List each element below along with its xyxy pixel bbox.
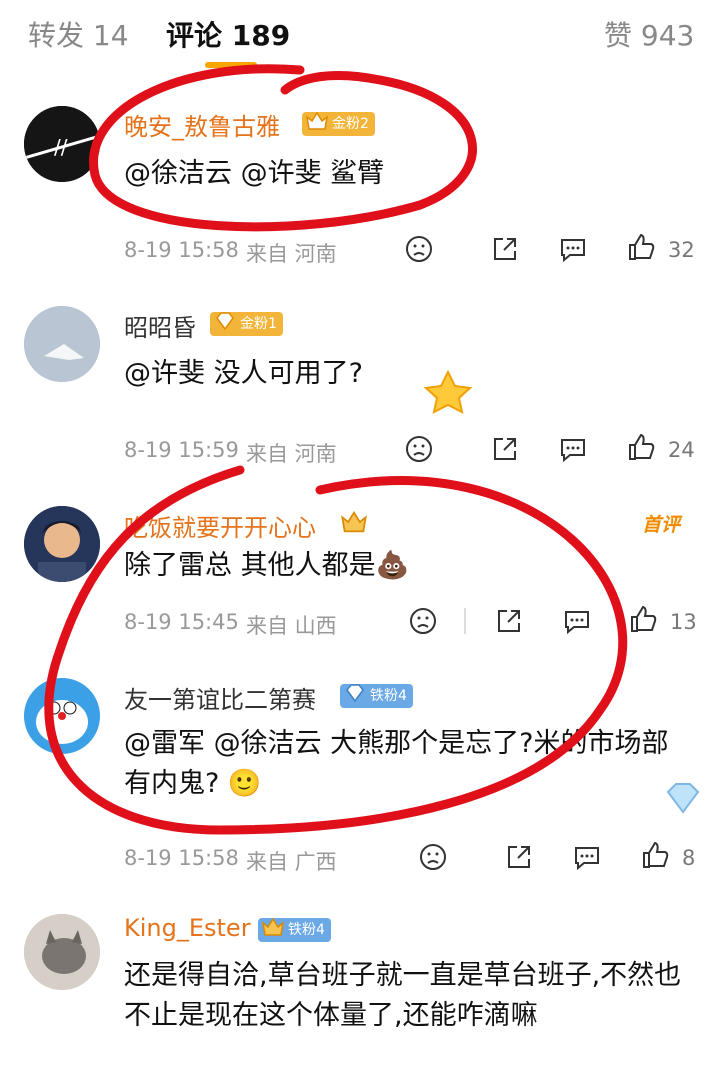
like-thumb-icon[interactable] — [640, 840, 670, 870]
avatar[interactable] — [24, 914, 100, 990]
comment-item: 昭昭昏 金粉1 @许斐 没人可用了? 8-19 15:59 来自 河南 24 — [0, 290, 720, 480]
badge-label: 铁粉4 — [288, 922, 325, 938]
comment-item: 友一第谊比二第赛 铁粉4 @雷军 @徐洁云 大熊那个是忘了?米的市场部有内鬼? … — [0, 660, 720, 890]
comment-location: 来自 河南 — [246, 442, 337, 466]
comment-text: @许斐 没人可用了? — [124, 358, 363, 389]
fan-badge: 金粉1 — [210, 312, 283, 336]
username[interactable]: 友一第谊比二第赛 — [124, 680, 316, 715]
username[interactable]: King_Ester — [124, 914, 251, 942]
reply-icon[interactable] — [562, 606, 592, 636]
dislike-face-icon[interactable] — [404, 234, 434, 264]
comment-time: 8-19 15:58 — [124, 846, 239, 870]
badge-label: 金粉2 — [332, 116, 369, 132]
like-count: 8 — [682, 846, 696, 870]
avatar-image — [24, 306, 100, 382]
comment-text: @雷军 @徐洁云 大熊那个是忘了?米的市场部有内鬼? 🙂 — [124, 728, 669, 799]
active-tab-indicator — [205, 62, 257, 68]
dislike-face-icon[interactable] — [418, 842, 448, 872]
like-count: 24 — [668, 438, 695, 462]
comment-item: King_Ester 铁粉4 还是得自洽,草台班子就一直是草台班子,不然也不止是… — [0, 900, 720, 1082]
tab-reposts[interactable]: 转发 14 — [28, 14, 129, 54]
star-sticker-icon — [423, 370, 473, 414]
comment-time: 8-19 15:59 — [124, 438, 239, 462]
fan-badge: 铁粉4 — [258, 917, 331, 942]
crown-icon — [261, 917, 285, 936]
avatar-image: // — [24, 106, 100, 182]
tab-comments[interactable]: 评论 189 — [166, 14, 290, 54]
like-thumb-icon[interactable] — [628, 604, 658, 634]
avatar[interactable] — [24, 506, 100, 582]
share-icon[interactable] — [490, 434, 520, 464]
like-count: 32 — [668, 238, 695, 262]
comment-location: 来自 广西 — [246, 850, 337, 874]
username[interactable]: 吃饭就要开开心心 — [124, 508, 316, 543]
share-icon[interactable] — [494, 606, 524, 636]
crown-icon — [341, 511, 367, 533]
comment-text: @徐洁云 @许斐 鲨臂 — [124, 158, 385, 189]
share-icon[interactable] — [504, 842, 534, 872]
comment-time: 8-19 15:58 — [124, 238, 239, 262]
badge-label: 铁粉4 — [370, 688, 407, 704]
comment-time: 8-19 15:45 — [124, 610, 239, 634]
crown-icon — [305, 111, 329, 130]
share-icon[interactable] — [490, 234, 520, 264]
avatar-image — [24, 678, 100, 754]
avatar[interactable] — [24, 306, 100, 382]
svg-text://: // — [54, 135, 68, 159]
comment-location: 来自 河南 — [246, 242, 337, 266]
comment-item: // 晚安_敖鲁古雅 金粉2 @徐洁云 @许斐 鲨臂 8-19 15:58 来自… — [0, 90, 720, 280]
fan-badge: 铁粉4 — [340, 684, 413, 708]
like-thumb-icon[interactable] — [626, 432, 656, 462]
avatar[interactable]: // — [24, 106, 100, 182]
diamond-icon — [346, 684, 364, 703]
comment-tabs: 转发 14 评论 189 赞 943 — [0, 0, 720, 68]
username[interactable]: 昭昭昏 — [124, 308, 196, 343]
avatar-image — [24, 506, 100, 582]
diamond-icon — [216, 312, 234, 331]
fan-badge: 金粉2 — [302, 111, 375, 136]
avatar[interactable] — [24, 678, 100, 754]
comment-item: 吃饭就要开开心心 首评 除了雷总 其他人都是💩 8-19 15:45 来自 山西… — [0, 490, 720, 660]
dislike-face-icon[interactable] — [408, 606, 438, 636]
reply-icon[interactable] — [558, 434, 588, 464]
like-count: 13 — [670, 610, 697, 634]
avatar-image — [24, 914, 100, 990]
first-comment-label: 首评 — [642, 514, 681, 536]
diamond-sticker-icon — [666, 783, 700, 814]
reply-icon[interactable] — [558, 234, 588, 264]
like-thumb-icon[interactable] — [626, 232, 656, 262]
tab-likes[interactable]: 赞 943 — [604, 14, 694, 54]
username[interactable]: 晚安_敖鲁古雅 — [124, 107, 280, 142]
reply-icon[interactable] — [572, 842, 602, 872]
comment-location: 来自 山西 — [246, 614, 337, 638]
comment-text: 还是得自洽,草台班子就一直是草台班子,不然也不止是现在这个体量了,还能咋滴嘛 — [124, 960, 682, 1031]
dislike-face-icon[interactable] — [404, 434, 434, 464]
badge-label: 金粉1 — [240, 316, 277, 332]
comment-text: 除了雷总 其他人都是💩 — [124, 550, 410, 581]
divider — [464, 608, 466, 634]
